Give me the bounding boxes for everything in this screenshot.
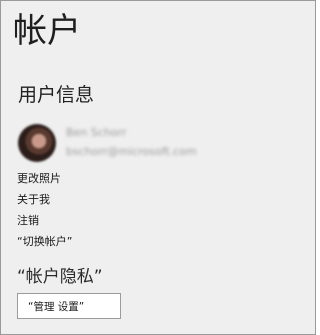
about-me-link[interactable]: 关于我 [17,189,72,210]
sign-out-link[interactable]: 注销 [17,210,72,231]
manage-settings-button[interactable]: “管理 设置” [17,293,121,319]
user-info-heading: 用户信息 [18,84,95,106]
page-title: 帐户 [13,11,81,51]
account-privacy-heading: “帐户隐私” [17,267,103,287]
switch-account-link[interactable]: “切换帐户” [17,231,72,252]
user-name: Ben Schorr [66,126,127,139]
user-card: Ben Schorr bschorr@microsoft.com [18,124,288,164]
account-links: 更改照片 关于我 注销 “切换帐户” [17,168,72,252]
avatar[interactable] [18,124,56,162]
change-photo-link[interactable]: 更改照片 [17,168,72,189]
user-email: bschorr@microsoft.com [66,145,197,158]
account-panel: 帐户 用户信息 Ben Schorr bschorr@microsoft.com… [0,0,316,335]
